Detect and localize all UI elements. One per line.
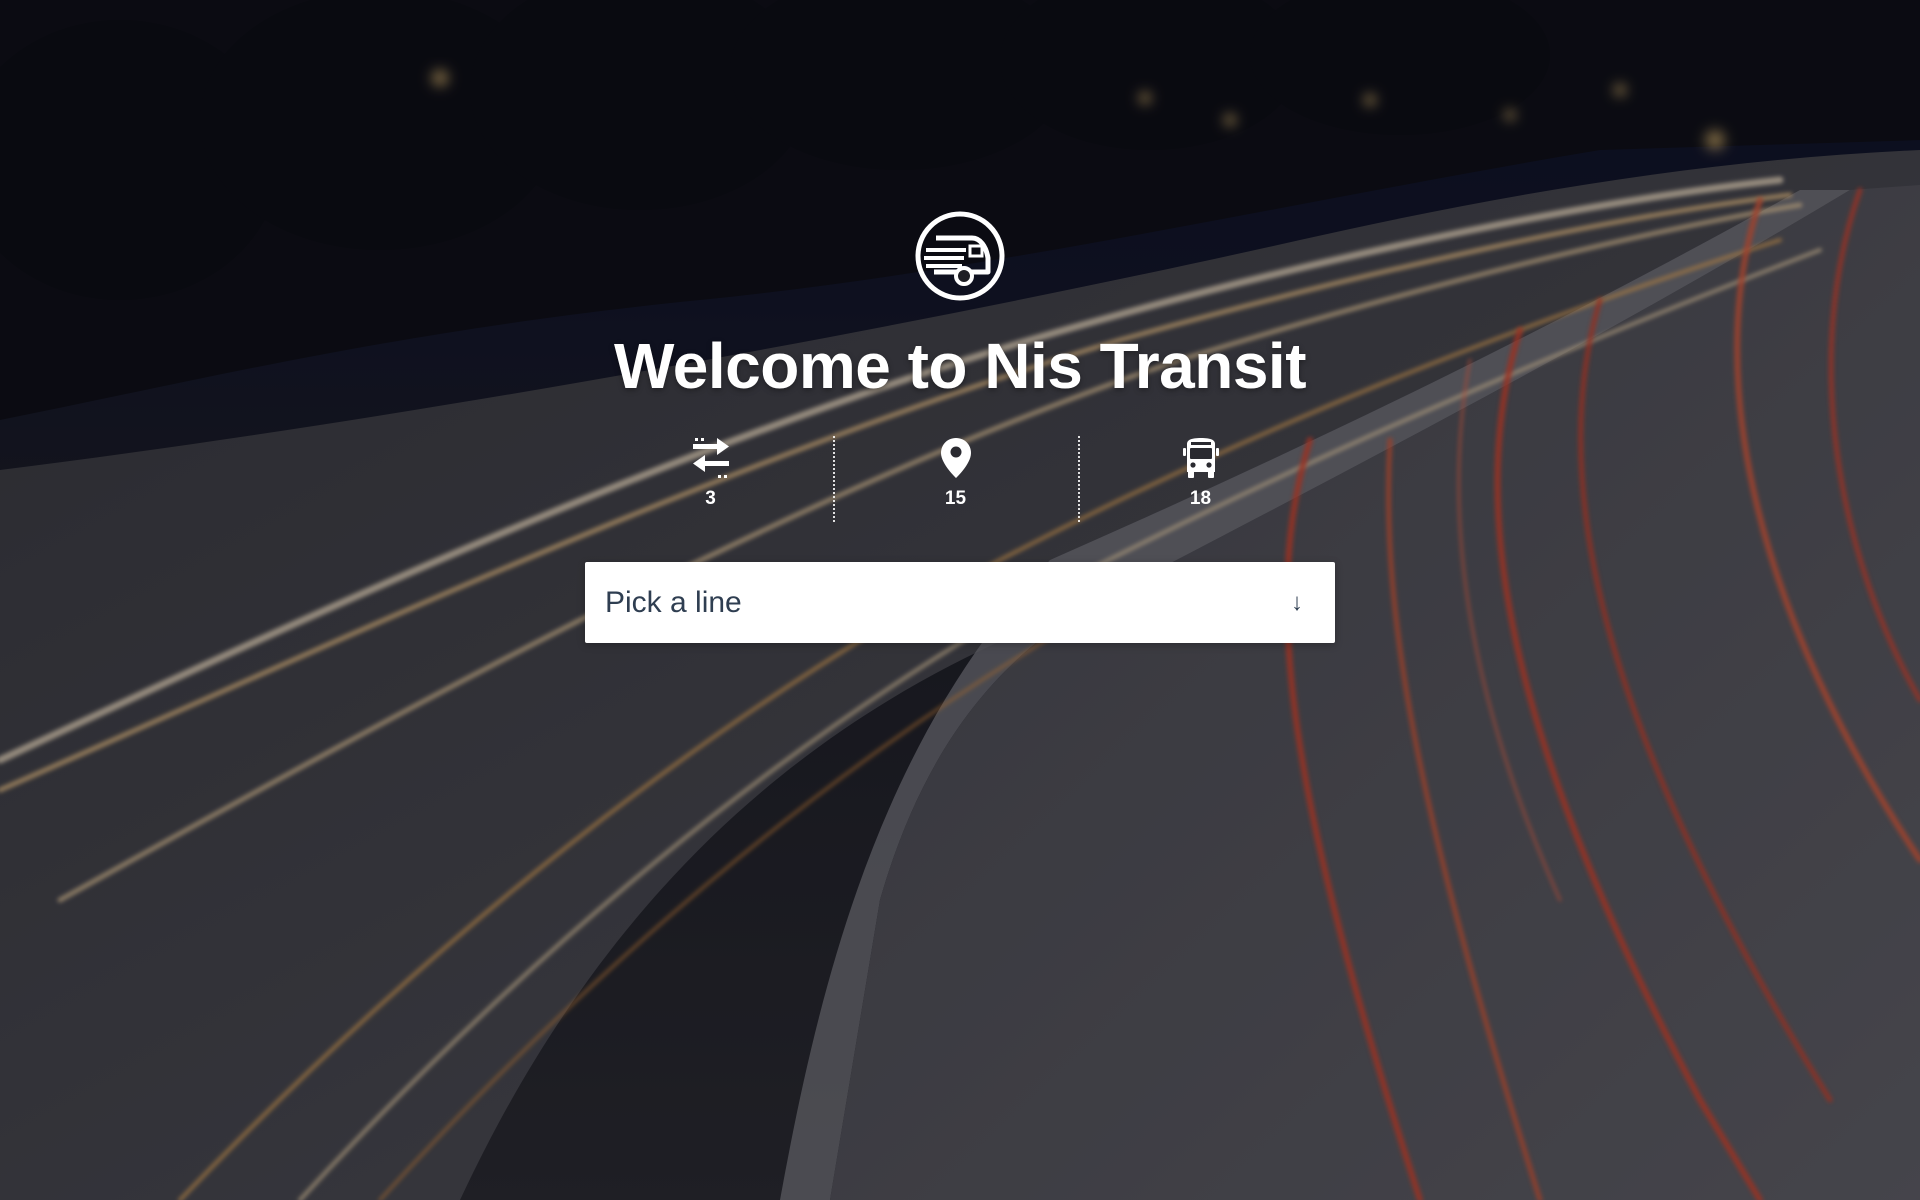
location-pin-icon	[940, 438, 971, 478]
page-title: Welcome to Nis Transit	[614, 330, 1307, 402]
stat-stops-value: 15	[944, 488, 967, 509]
stat-lines-value: 3	[705, 488, 716, 509]
stats-row: 3 15 18	[588, 436, 1323, 524]
stat-buses: 18	[1078, 436, 1323, 524]
stat-buses-value: 18	[1189, 488, 1212, 509]
stat-lines: 3	[588, 436, 833, 524]
bus-icon	[1182, 438, 1219, 478]
arrow-down-icon: ↓	[1291, 589, 1303, 616]
stat-stops: 15	[833, 436, 1078, 524]
line-select-value: Pick a line	[605, 586, 742, 619]
bus-circle-logo-icon	[915, 211, 1005, 301]
hero-content: Welcome to Nis Transit 3 15 18 Pick a li…	[0, 0, 1920, 1200]
transfer-arrows-icon	[692, 438, 729, 478]
hero-section: Welcome to Nis Transit 3 15 18 Pick a li…	[0, 0, 1920, 1200]
line-select[interactable]: Pick a line ↓	[585, 562, 1335, 643]
